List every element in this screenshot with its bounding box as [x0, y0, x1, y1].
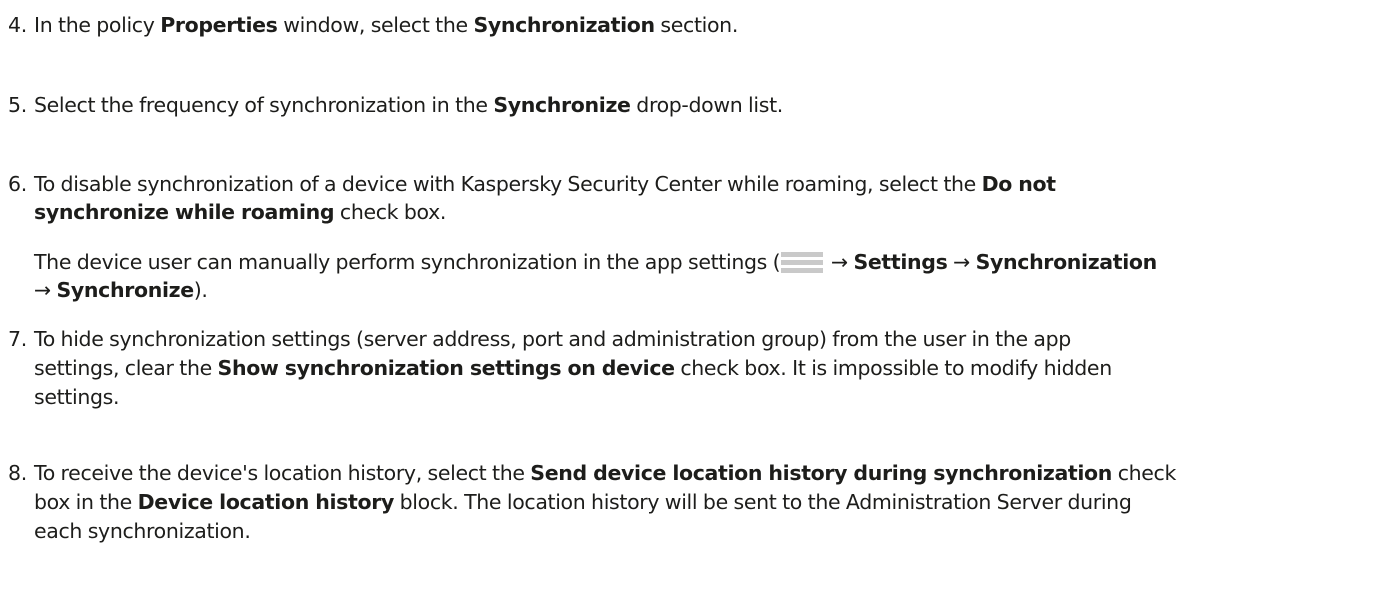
step-text: each synchronization.	[34, 519, 251, 543]
ui-term-synchronization: Synchronization	[975, 250, 1158, 274]
step-text: Select the frequency of synchronization …	[34, 93, 494, 117]
step-text: section.	[654, 13, 738, 37]
step-number: 4.	[8, 13, 27, 37]
step-text: box in the	[34, 490, 138, 514]
step-text: drop-down list.	[630, 93, 783, 117]
step-text: settings, clear the	[34, 356, 218, 380]
ui-term-synchronize-while-roaming: synchronize while roaming	[34, 200, 335, 224]
step-text: window, select the	[277, 13, 474, 37]
step-text: check	[1112, 461, 1177, 485]
step-text: To hide synchronization settings (server…	[34, 327, 1071, 351]
step-text: check box.	[334, 200, 447, 224]
ui-term-device-location-history: Device location history	[137, 490, 395, 514]
step-5: 5. Select the frequency of synchronizatio…	[8, 90, 1396, 120]
step-number: 7.	[8, 327, 27, 351]
ui-term-do-not: Do not	[981, 172, 1056, 196]
arrow-text: →	[947, 250, 976, 274]
step-text: To disable synchronization of a device w…	[34, 172, 982, 196]
arrow-text: →	[825, 250, 854, 274]
menu-icon	[781, 252, 824, 273]
step-text: In the policy	[34, 13, 161, 37]
step-4: 4. In the policy Properties window, selec…	[8, 10, 1396, 40]
note-text: The device user can manually perform syn…	[34, 250, 781, 274]
step-7: 7. To hide synchronization settings (serv…	[8, 324, 1396, 412]
step-number: 8.	[8, 461, 27, 485]
ui-term-synchronization: Synchronization	[473, 13, 655, 37]
ui-term-settings: Settings	[853, 250, 948, 274]
step-note: The device user can manually perform syn…	[8, 247, 1396, 277]
step-text: settings.	[34, 385, 120, 409]
ui-term-show-sync-settings: Show synchronization settings on device	[217, 356, 676, 380]
step-8: 8. To receive the device's location histo…	[8, 458, 1396, 546]
step-number: 6.	[8, 172, 27, 196]
step-text: check box. It is impossible to modify hi…	[674, 356, 1112, 380]
ui-term-synchronize: Synchronize	[493, 93, 631, 117]
ui-term-synchronize: Synchronize	[56, 278, 195, 302]
step-6: 6. To disable synchronization of a device…	[8, 169, 1396, 305]
ui-term-send-location-history: Send device location history during sync…	[530, 461, 1113, 485]
arrow-text: →	[34, 278, 57, 302]
step-text: To receive the device's location history…	[34, 461, 531, 485]
ui-term-properties: Properties	[160, 13, 278, 37]
step-text: block. The location history will be sent…	[393, 490, 1132, 514]
note-text: ).	[193, 278, 208, 302]
step-number: 5.	[8, 93, 27, 117]
